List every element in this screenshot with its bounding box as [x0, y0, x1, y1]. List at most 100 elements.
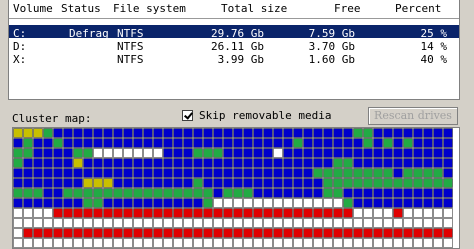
skip-removable-label[interactable]: Skip removable media: [199, 109, 331, 122]
skip-removable-checkbox[interactable]: [182, 110, 193, 121]
cluster-cell: [433, 198, 443, 208]
cluster-cell: [403, 168, 413, 178]
cluster-cell: [323, 238, 333, 248]
cluster-cell: [173, 238, 183, 248]
header-volume[interactable]: Volume: [13, 2, 53, 15]
cluster-cell: [443, 188, 453, 198]
cluster-cell: [173, 138, 183, 148]
cluster-cell: [323, 148, 333, 158]
cluster-cell: [73, 198, 83, 208]
cluster-cell: [123, 238, 133, 248]
cluster-cell: [343, 168, 353, 178]
header-file-system[interactable]: File system: [113, 2, 186, 15]
cluster-cell: [283, 198, 293, 208]
cluster-cell: [413, 228, 423, 238]
cluster-cell: [243, 178, 253, 188]
volume-list[interactable]: Volume Status File system Total size Fre…: [8, 0, 460, 100]
cluster-cell: [423, 138, 433, 148]
cluster-cell: [143, 198, 153, 208]
cluster-cell: [93, 168, 103, 178]
cluster-cell: [153, 238, 163, 248]
volume-row-c[interactable]: C: Defrag NTFS 29.76 Gb 7.59 Gb 25 %: [9, 25, 459, 40]
cluster-cell: [263, 138, 273, 148]
cluster-cell: [423, 128, 433, 138]
rescan-drives-button[interactable]: Rescan drives: [368, 107, 458, 125]
cluster-cell: [143, 178, 153, 188]
cluster-cell: [423, 218, 433, 228]
cluster-cell: [203, 198, 213, 208]
cluster-cell: [203, 128, 213, 138]
cluster-cell: [353, 138, 363, 148]
cluster-cell: [263, 158, 273, 168]
cluster-cell: [153, 198, 163, 208]
cluster-cell: [253, 238, 263, 248]
cluster-cell: [83, 218, 93, 228]
cluster-cell: [223, 188, 233, 198]
cluster-cell: [403, 228, 413, 238]
header-percent[interactable]: Percent: [395, 2, 441, 15]
cluster-cell: [323, 128, 333, 138]
cluster-cell: [343, 178, 353, 188]
cluster-cell: [283, 228, 293, 238]
cluster-cell: [193, 158, 203, 168]
cluster-cell: [153, 148, 163, 158]
cluster-cell: [153, 188, 163, 198]
cluster-cell: [173, 128, 183, 138]
cluster-cell: [63, 218, 73, 228]
cluster-cell: [403, 238, 413, 248]
cluster-cell: [103, 138, 113, 148]
cluster-cell: [113, 228, 123, 238]
cluster-cell: [313, 128, 323, 138]
header-status[interactable]: Status: [61, 2, 101, 15]
cluster-cell: [423, 188, 433, 198]
cluster-cell: [153, 218, 163, 228]
cluster-cell: [343, 138, 353, 148]
cluster-cell: [53, 208, 63, 218]
cluster-cell: [183, 188, 193, 198]
cluster-cell: [263, 128, 273, 138]
cluster-cell: [43, 158, 53, 168]
skip-removable-option[interactable]: Skip removable media: [182, 109, 331, 122]
header-total-size[interactable]: Total size: [221, 2, 287, 15]
cluster-cell: [63, 148, 73, 158]
cluster-cell: [93, 138, 103, 148]
cluster-cell: [353, 158, 363, 168]
cluster-cell: [273, 198, 283, 208]
cluster-cell: [373, 188, 383, 198]
volume-row-x[interactable]: X: NTFS 3.99 Gb 1.60 Gb 40 %: [9, 51, 459, 66]
cluster-cell: [183, 128, 193, 138]
cluster-cell: [303, 178, 313, 188]
cluster-cell: [53, 188, 63, 198]
cluster-cell: [113, 198, 123, 208]
cluster-cell: [373, 228, 383, 238]
cluster-cell: [383, 238, 393, 248]
cluster-cell: [193, 218, 203, 228]
cluster-cell: [363, 208, 373, 218]
cluster-cell: [103, 218, 113, 228]
header-free[interactable]: Free: [334, 2, 361, 15]
cluster-cell: [123, 158, 133, 168]
cluster-cell: [93, 198, 103, 208]
cluster-cell: [83, 158, 93, 168]
cluster-cell: [253, 178, 263, 188]
cluster-cell: [303, 218, 313, 228]
cluster-cell: [243, 148, 253, 158]
cluster-cell: [373, 238, 383, 248]
cluster-cell: [393, 128, 403, 138]
cluster-cell: [213, 138, 223, 148]
cluster-cell: [423, 238, 433, 248]
cluster-cell: [103, 128, 113, 138]
cluster-cell: [403, 218, 413, 228]
cluster-cell: [113, 188, 123, 198]
cluster-cell: [353, 228, 363, 238]
cluster-cell: [13, 138, 23, 148]
cluster-cell: [213, 168, 223, 178]
cluster-cell: [373, 208, 383, 218]
cluster-cell: [413, 198, 423, 208]
cluster-cell: [273, 158, 283, 168]
cluster-cell: [233, 218, 243, 228]
cluster-cell: [123, 138, 133, 148]
volume-row-d[interactable]: D: NTFS 26.11 Gb 3.70 Gb 14 %: [9, 38, 459, 53]
cluster-cell: [433, 188, 443, 198]
cluster-cell: [123, 168, 133, 178]
